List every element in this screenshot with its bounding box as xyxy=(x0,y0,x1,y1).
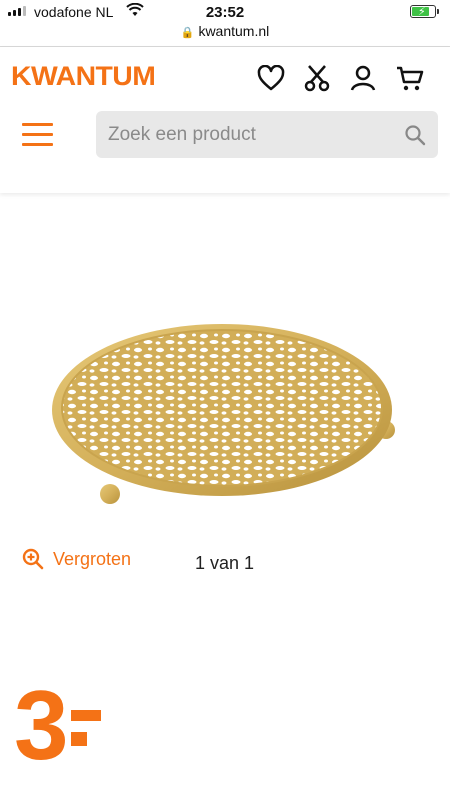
kwantum-logo[interactable]: KWANTUM xyxy=(11,61,156,92)
price-integer: 3 xyxy=(14,670,68,780)
search-input[interactable] xyxy=(96,111,396,158)
diy-button[interactable] xyxy=(302,63,332,93)
heart-icon xyxy=(257,65,285,91)
cart-icon xyxy=(397,66,424,91)
scissors-icon xyxy=(304,65,330,92)
cart-button[interactable] xyxy=(395,63,425,93)
zoom-label: Vergroten xyxy=(53,548,132,569)
user-icon xyxy=(350,65,376,91)
price-dash xyxy=(70,710,101,746)
hamburger-menu-button[interactable] xyxy=(22,123,54,147)
wishlist-button[interactable] xyxy=(256,63,286,93)
status-bar: vodafone NL 23:52 ⚡ xyxy=(0,0,450,24)
account-button[interactable] xyxy=(348,63,378,93)
product-image[interactable] xyxy=(44,318,406,508)
search-box xyxy=(96,111,438,158)
search-icon[interactable] xyxy=(404,124,426,146)
zoom-link[interactable]: Vergroten xyxy=(22,548,131,570)
site-header: KWANTUM xyxy=(0,47,450,193)
battery-icon: ⚡ xyxy=(410,5,439,18)
zoom-in-icon xyxy=(22,548,44,570)
url-text: kwantum.nl xyxy=(198,23,270,39)
lock-icon: 🔒 xyxy=(180,27,195,39)
clock: 23:52 xyxy=(205,4,245,21)
product-price: 3 xyxy=(14,676,101,776)
address-bar[interactable]: 🔒 kwantum.nl xyxy=(0,23,450,43)
image-pager: 1 van 1 xyxy=(195,553,255,573)
